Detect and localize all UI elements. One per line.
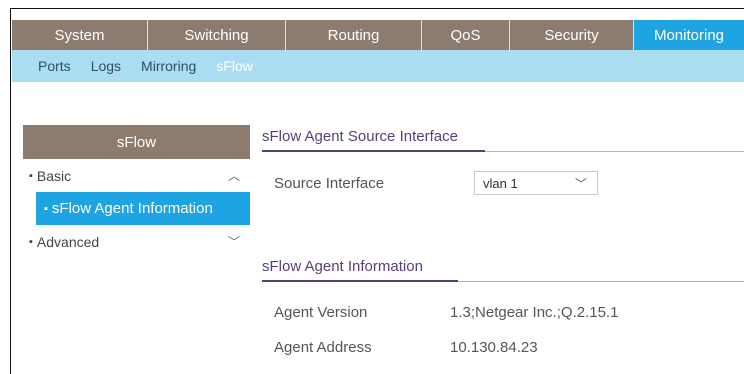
section-rule xyxy=(262,280,458,282)
tab-qos[interactable]: QoS xyxy=(422,20,510,50)
sub-navigation: Ports Logs Mirroring sFlow xyxy=(12,50,744,82)
sidebar-title: sFlow xyxy=(23,125,250,159)
tab-security[interactable]: Security xyxy=(510,20,634,50)
source-section-title: sFlow Agent Source Interface xyxy=(262,128,458,145)
agent-address-value: 10.130.84.23 xyxy=(450,339,538,356)
source-interface-select[interactable]: vlan 1 ﹀ xyxy=(474,171,598,195)
agent-version-label: Agent Version xyxy=(274,304,368,321)
subnav-mirroring[interactable]: Mirroring xyxy=(141,58,196,74)
section-divider xyxy=(458,281,744,282)
bullet-icon: ▪ xyxy=(29,235,33,248)
sidebar: sFlow ▪ Basic ︿ ▪ sFlow Agent Informatio… xyxy=(23,125,250,258)
chevron-up-icon: ︿ xyxy=(227,169,240,183)
tab-monitoring[interactable]: Monitoring xyxy=(634,20,744,50)
sidebar-item-label: Advanced xyxy=(36,233,100,250)
section-rule xyxy=(262,150,485,152)
top-navigation: System Switching Routing QoS Security Mo… xyxy=(12,20,744,50)
sidebar-item-basic[interactable]: ▪ Basic ︿ xyxy=(23,159,250,192)
subnav-ports[interactable]: Ports xyxy=(38,58,71,74)
tab-label: QoS xyxy=(450,26,481,44)
tab-label: Switching xyxy=(184,26,249,44)
tab-system[interactable]: System xyxy=(12,20,148,50)
tab-label: Monitoring xyxy=(653,26,725,44)
agent-section-title: sFlow Agent Information xyxy=(262,258,423,275)
sidebar-item-advanced[interactable]: ▪ Advanced ﹀ xyxy=(23,225,250,258)
bullet-icon: ▪ xyxy=(44,202,48,215)
tab-label: Routing xyxy=(327,26,380,44)
agent-version-value: 1.3;Netgear Inc.;Q.2.15.1 xyxy=(450,304,619,321)
agent-address-label: Agent Address xyxy=(274,339,372,356)
section-divider xyxy=(485,151,744,152)
source-interface-label: Source Interface xyxy=(274,175,385,192)
subnav-logs[interactable]: Logs xyxy=(91,58,121,74)
chevron-down-icon: ﹀ xyxy=(227,235,240,249)
bullet-icon: ▪ xyxy=(29,169,33,182)
sidebar-item-label: sFlow Agent Information xyxy=(51,200,213,217)
subnav-sflow[interactable]: sFlow xyxy=(216,58,253,74)
tab-label: System xyxy=(54,26,105,44)
tab-routing[interactable]: Routing xyxy=(286,20,422,50)
chevron-down-icon: ﹀ xyxy=(574,177,587,191)
select-value: vlan 1 xyxy=(483,175,518,191)
tab-switching[interactable]: Switching xyxy=(148,20,286,50)
sidebar-item-sflow-agent-information[interactable]: ▪ sFlow Agent Information xyxy=(36,192,250,225)
sidebar-item-label: Basic xyxy=(36,167,72,184)
tab-label: Security xyxy=(544,26,599,44)
